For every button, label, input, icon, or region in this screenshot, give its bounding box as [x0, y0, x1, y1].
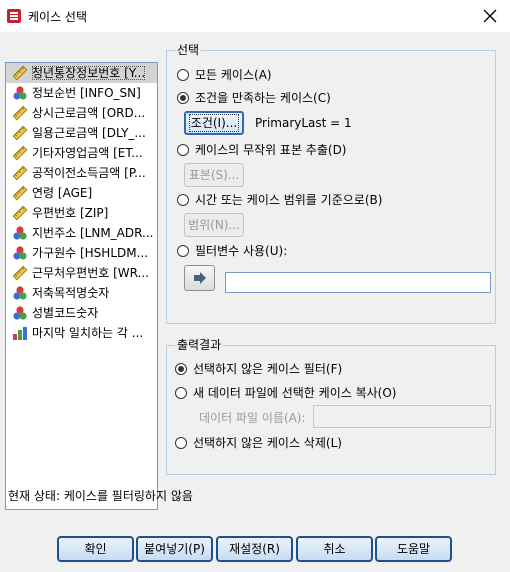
bar-chart-icon: [12, 325, 28, 341]
variable-list-item[interactable]: 연령 [AGE]: [6, 183, 157, 203]
help-button-label: 도움말: [396, 542, 431, 556]
sample-button-label: 표본(S)...: [188, 168, 240, 182]
if-condition-button[interactable]: 조건(I)...: [184, 111, 244, 135]
radio-random-sample-label: 케이스의 무작위 표본 추출(D): [195, 143, 347, 157]
variable-label: 연령 [AGE]: [32, 186, 93, 200]
window-title: 케이스 선택: [28, 10, 88, 24]
variable-list-item[interactable]: 가구원수 [HSHLDM...: [6, 243, 157, 263]
radio-if-condition-label: 조건을 만족하는 케이스(C): [195, 91, 331, 105]
spss-app-icon: [7, 9, 21, 23]
paste-button-label: 붙여넣기(P): [144, 542, 205, 556]
variable-list-item[interactable]: 저축목적명숫자: [6, 283, 157, 303]
radio-filter-unselected-label: 선택하지 않은 케이스 필터(F): [193, 362, 343, 376]
variable-label: 일용근로금액 [DLY_...: [32, 126, 146, 140]
variable-list-item[interactable]: 마지막 일치하는 각 ...: [6, 323, 157, 343]
variable-label: 성별코드숫자: [32, 306, 99, 320]
variable-list[interactable]: 청년통장정보번호 [Y... 정보순번 [INFO_SN] 상시근로금액 [ORD.…: [5, 62, 158, 510]
close-icon[interactable]: [480, 6, 500, 26]
variable-list-item[interactable]: 우편번호 [ZIP]: [6, 203, 157, 223]
cancel-button-label: 취소: [323, 542, 346, 556]
variable-label: 지번주소 [LNM_ADR...: [32, 226, 154, 240]
arrow-right-icon: [193, 272, 206, 284]
variable-list-item[interactable]: 공적이전소득금액 [P...: [6, 163, 157, 183]
variable-label: 가구원수 [HSHLDM...: [32, 246, 149, 260]
variable-label: 상시근로금액 [ORD...: [32, 106, 146, 120]
cancel-button[interactable]: 취소: [296, 536, 373, 562]
variable-list-item[interactable]: 지번주소 [LNM_ADR...: [6, 223, 157, 243]
reset-button[interactable]: 재설정(R): [216, 536, 293, 562]
variable-label: 정보순번 [INFO_SN]: [32, 86, 141, 100]
select-group: 선택 모든 케이스(A) 조건을 만족하는 케이스(C) 조건(I)... Pr…: [166, 43, 496, 324]
radio-filter-unselected-indicator[interactable]: [175, 363, 187, 375]
radio-copy-to-dataset-label: 새 데이터 파일에 선택한 케이스 복사(O): [193, 386, 397, 400]
radio-filter-variable-label: 필터변수 사용(U):: [195, 244, 288, 258]
scale-ruler-icon: [12, 125, 28, 141]
radio-filter-variable-indicator[interactable]: [177, 245, 189, 257]
scale-ruler-icon: [12, 65, 28, 81]
radio-time-range-label: 시간 또는 케이스 범위를 기준으로(B): [195, 193, 383, 207]
paste-button[interactable]: 붙여넣기(P): [136, 536, 213, 562]
scale-ruler-icon: [12, 145, 28, 161]
radio-delete-unselected-label: 선택하지 않은 케이스 삭제(L): [193, 436, 342, 450]
range-button[interactable]: 범위(N)...: [184, 213, 244, 237]
help-button[interactable]: 도움말: [375, 536, 452, 562]
radio-copy-to-dataset-indicator[interactable]: [175, 387, 187, 399]
status-text: 현재 상태: 케이스를 필터링하지 않음: [8, 489, 193, 503]
nominal-icon: [12, 85, 28, 101]
ok-button-label: 확인: [84, 542, 107, 556]
scale-ruler-icon: [12, 185, 28, 201]
variable-list-item[interactable]: 기타자영업금액 [ET...: [6, 143, 157, 163]
scale-ruler-icon: [12, 165, 28, 181]
nominal-icon: [12, 285, 28, 301]
variable-label: 우편번호 [ZIP]: [32, 206, 109, 220]
radio-time-range-indicator[interactable]: [177, 194, 189, 206]
variable-label: 기타자영업금액 [ET...: [32, 146, 143, 160]
variable-list-item[interactable]: 성별코드숫자: [6, 303, 157, 323]
radio-random-sample-indicator[interactable]: [177, 144, 189, 156]
reset-button-label: 재설정(R): [229, 542, 280, 556]
radio-delete-unselected-indicator[interactable]: [175, 437, 187, 449]
output-group: 출력결과 선택하지 않은 케이스 필터(F) 새 데이터 파일에 선택한 케이스…: [166, 338, 496, 475]
variable-list-item[interactable]: 정보순번 [INFO_SN]: [6, 83, 157, 103]
output-group-legend: 출력결과: [175, 338, 224, 352]
if-condition-button-label: 조건(I)...: [188, 114, 240, 132]
dataset-name-label: 데이터 파일 이름(A):: [199, 411, 306, 425]
nominal-icon: [12, 225, 28, 241]
variable-label: 근무처우편번호 [WR...: [32, 266, 149, 280]
scale-ruler-icon: [12, 205, 28, 221]
scale-ruler-icon: [12, 105, 28, 121]
variable-label: 저축목적명숫자: [32, 286, 110, 300]
variable-list-item[interactable]: 근무처우편번호 [WR...: [6, 263, 157, 283]
ok-button[interactable]: 확인: [57, 536, 134, 562]
title-bar: 케이스 선택: [0, 0, 510, 32]
nominal-icon: [12, 245, 28, 261]
radio-all-cases-indicator[interactable]: [177, 69, 189, 81]
select-group-legend: 선택: [175, 43, 202, 57]
select-cases-dialog: 청년통장정보번호 [Y... 정보순번 [INFO_SN] 상시근로금액 [ORD.…: [0, 32, 510, 572]
variable-list-item[interactable]: 청년통장정보번호 [Y...: [6, 63, 157, 83]
sample-button[interactable]: 표본(S)...: [184, 163, 244, 187]
move-variable-button[interactable]: [184, 265, 215, 291]
dataset-name-field[interactable]: [313, 405, 491, 428]
radio-if-condition-indicator[interactable]: [177, 92, 189, 104]
variable-list-item[interactable]: 일용근로금액 [DLY_...: [6, 123, 157, 143]
radio-all-cases-label: 모든 케이스(A): [195, 68, 272, 82]
nominal-icon: [12, 305, 28, 321]
filter-variable-field[interactable]: [225, 272, 491, 293]
condition-text: PrimaryLast = 1: [255, 116, 352, 130]
variable-label: 마지막 일치하는 각 ...: [32, 326, 144, 340]
variable-label: 공적이전소득금액 [P...: [32, 166, 146, 180]
scale-ruler-icon: [12, 265, 28, 281]
range-button-label: 범위(N)...: [188, 218, 240, 232]
variable-label: 청년통장정보번호 [Y...: [32, 66, 146, 80]
variable-list-item[interactable]: 상시근로금액 [ORD...: [6, 103, 157, 123]
